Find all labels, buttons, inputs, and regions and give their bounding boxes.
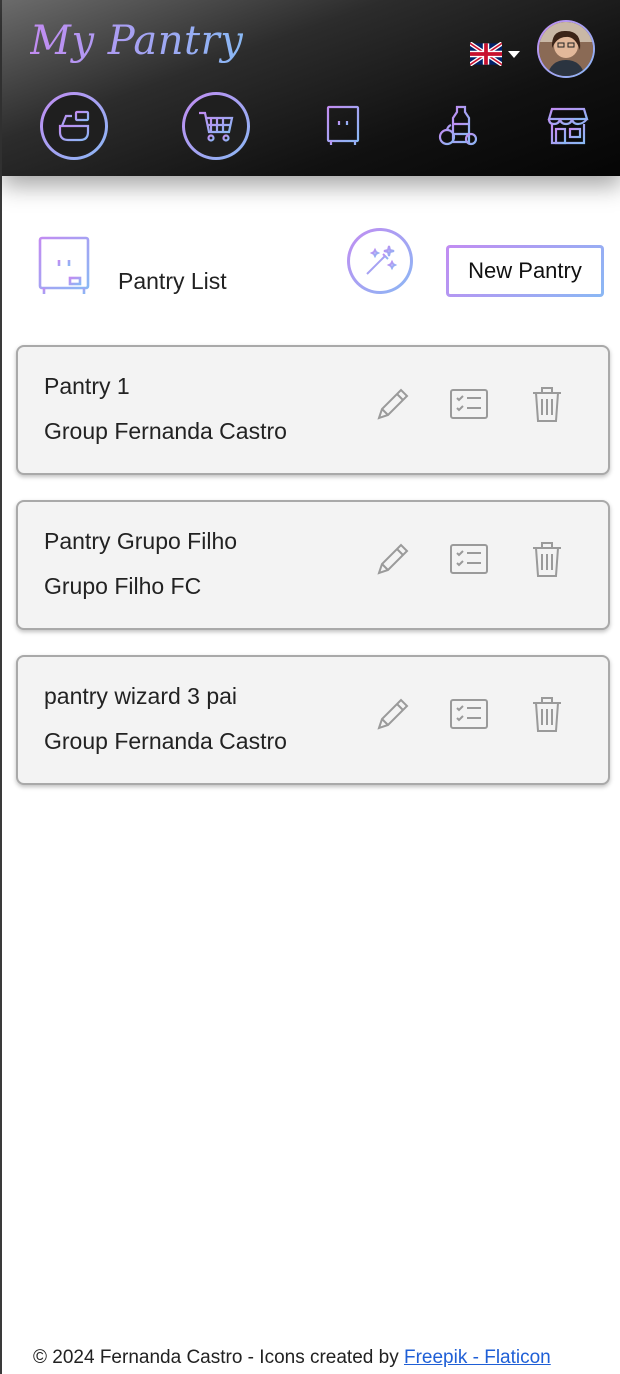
checklist-icon — [450, 544, 488, 574]
pantry-name: Pantry Grupo Filho — [44, 528, 238, 554]
pantry-group: Grupo Filho FC — [44, 573, 202, 599]
user-avatar[interactable] — [537, 20, 595, 78]
pantry-list: Pantry 1 Group Fernanda Castro Pantry Gr… — [16, 345, 610, 810]
shopping-cart-icon — [199, 111, 234, 142]
trash-icon — [533, 697, 561, 732]
delete-pantry-button[interactable] — [526, 538, 568, 580]
magic-wand-icon — [366, 245, 398, 275]
footer-text: © 2024 Fernanda Castro - Icons created b… — [33, 1347, 404, 1368]
nav-stores[interactable] — [534, 92, 602, 160]
groceries-icon — [438, 105, 477, 146]
app-brand[interactable]: My Pantry — [30, 18, 243, 64]
pencil-icon — [377, 543, 409, 575]
pantry-name: Pantry 1 — [44, 373, 130, 399]
nav-products[interactable] — [422, 92, 490, 160]
delete-pantry-button[interactable] — [526, 693, 568, 735]
language-selector[interactable] — [470, 42, 520, 66]
delete-pantry-button[interactable] — [526, 383, 568, 425]
page-title: Pantry List — [118, 268, 227, 294]
edit-pantry-button[interactable] — [372, 693, 414, 735]
pantry-group: Group Fernanda Castro — [44, 418, 287, 444]
pantry-card: Pantry 1 Group Fernanda Castro — [16, 345, 610, 475]
chevron-down-icon — [508, 50, 520, 58]
checklist-icon — [450, 389, 488, 419]
new-pantry-button[interactable]: New Pantry — [446, 245, 604, 297]
checklist-icon — [450, 699, 488, 729]
pantry-toolbar: Pantry List New Pantry — [2, 226, 620, 306]
pantry-name: pantry wizard 3 pai — [44, 683, 238, 709]
cooking-pot-icon — [58, 110, 90, 142]
app-header: My Pantry — [2, 0, 620, 176]
freepik-flaticon-link[interactable]: Freepik - Flaticon — [404, 1347, 551, 1368]
pencil-icon — [377, 388, 409, 420]
cupboard-icon — [38, 236, 90, 294]
trash-icon — [533, 387, 561, 422]
edit-pantry-button[interactable] — [372, 538, 414, 580]
pantry-card: pantry wizard 3 pai Group Fernanda Castr… — [16, 655, 610, 785]
page-footer: © 2024 Fernanda Castro - Icons created b… — [33, 1347, 551, 1369]
pantry-items-button[interactable] — [448, 538, 490, 580]
pantry-items-button[interactable] — [448, 693, 490, 735]
avatar-photo — [539, 22, 593, 76]
nav-shopping[interactable] — [182, 92, 250, 160]
cupboard-icon — [326, 105, 360, 145]
nav-cooking[interactable] — [40, 92, 108, 160]
pantry-wizard-button[interactable] — [347, 228, 413, 294]
pantry-group: Group Fernanda Castro — [44, 728, 287, 754]
uk-flag-icon — [470, 42, 502, 66]
pencil-icon — [377, 698, 409, 730]
edit-pantry-button[interactable] — [372, 383, 414, 425]
nav-pantry[interactable] — [309, 92, 377, 160]
main-nav — [2, 92, 620, 162]
trash-icon — [533, 542, 561, 577]
store-icon — [547, 107, 589, 145]
pantry-items-button[interactable] — [448, 383, 490, 425]
pantry-card: Pantry Grupo Filho Grupo Filho FC — [16, 500, 610, 630]
